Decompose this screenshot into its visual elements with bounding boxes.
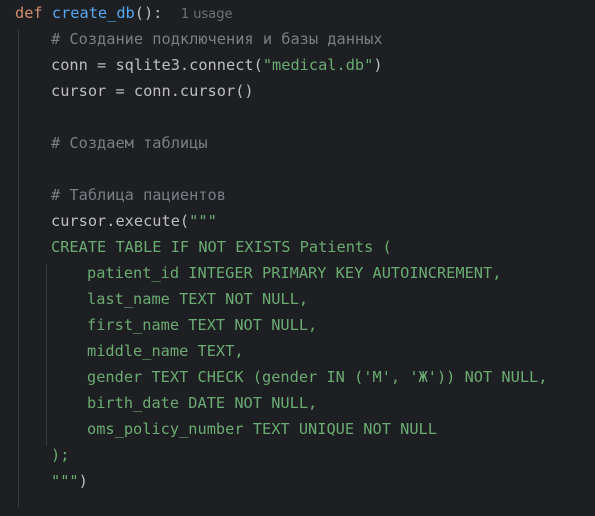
indent-guide (18, 30, 19, 508)
usage-hint[interactable]: 1 usage (181, 7, 233, 22)
string-literal: """ (51, 472, 79, 490)
string-literal: """ (189, 212, 217, 230)
indent-guide-inner (46, 264, 47, 446)
comment-text: # Создание подключения и базы данных (51, 30, 383, 48)
sql-line[interactable]: first_name TEXT NOT NULL, (87, 312, 317, 338)
sql-line[interactable]: gender TEXT CHECK (gender IN ('М', 'Ж'))… (87, 364, 547, 390)
code-line-def[interactable]: def create_db(): 1 usage (15, 0, 232, 26)
keyword-def: def (15, 4, 43, 22)
code-line-execute[interactable]: cursor.execute(""" (51, 208, 217, 234)
string-literal: "medical.db" (262, 56, 374, 74)
sql-line[interactable]: last_name TEXT NOT NULL, (87, 286, 308, 312)
code-line-comment[interactable]: # Создаем таблицы (51, 130, 208, 156)
code-line-cursor[interactable]: cursor = conn.cursor() (51, 78, 254, 104)
sql-line[interactable]: CREATE TABLE IF NOT EXISTS Patients ( (51, 234, 392, 260)
code-line-comment[interactable]: # Создание подключения и базы данных (51, 26, 383, 52)
function-name: create_db (51, 4, 135, 22)
code-text: conn = sqlite3.connect( (51, 56, 263, 74)
sql-line[interactable]: birth_date DATE NOT NULL, (87, 390, 317, 416)
code-text: cursor = conn.cursor() (51, 82, 254, 100)
code-text: ) (78, 472, 88, 490)
sql-line[interactable]: oms_policy_number TEXT UNIQUE NOT NULL (87, 416, 437, 442)
sql-line[interactable]: middle_name TEXT, (87, 338, 244, 364)
code-line-close[interactable]: """) (51, 468, 88, 494)
sql-line[interactable]: patient_id INTEGER PRIMARY KEY AUTOINCRE… (87, 260, 501, 286)
code-text: cursor.execute( (51, 212, 190, 230)
comment-text: # Таблица пациентов (51, 186, 226, 204)
code-text: ) (373, 56, 383, 74)
code-editor[interactable]: def create_db(): 1 usage # Создание подк… (0, 0, 595, 516)
comment-text: # Создаем таблицы (51, 134, 208, 152)
code-line-comment[interactable]: # Таблица пациентов (51, 182, 226, 208)
function-signature: (): (134, 4, 163, 22)
code-line-conn[interactable]: conn = sqlite3.connect("medical.db") (51, 52, 383, 78)
sql-line[interactable]: ); (51, 442, 69, 468)
